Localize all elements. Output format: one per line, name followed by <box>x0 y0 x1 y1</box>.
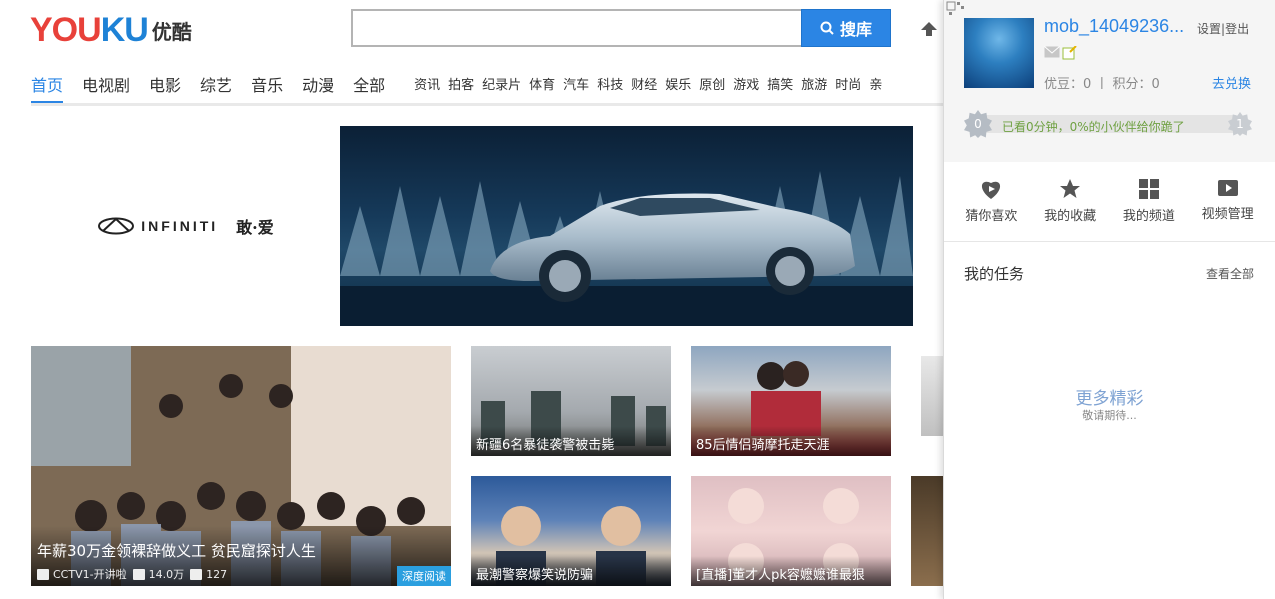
infiniti-logo: INFINITI 敢·爱 <box>97 214 274 238</box>
search-input[interactable] <box>351 9 802 47</box>
user-links: 设置|登出 <box>1197 20 1249 37</box>
banner-brand-cn: 敢·爱 <box>236 218 274 237</box>
points-info: 优豆：0 丨 积分：0 <box>1044 77 1160 92</box>
upload-icon[interactable] <box>919 20 939 38</box>
video-thumb[interactable]: 新疆6名暴徒袭警被击毙 <box>471 346 671 456</box>
avatar[interactable] <box>964 18 1034 88</box>
status-icons <box>1044 46 1078 60</box>
search-button[interactable]: 搜库 <box>801 9 891 47</box>
feature-comments: 127 <box>206 567 228 581</box>
user-panel: mob_14049236... 设置|登出 优豆：0 丨 积分：0 去兑换 0 … <box>943 0 1275 599</box>
video-icon <box>1217 180 1238 196</box>
mail-icon[interactable] <box>1044 46 1060 58</box>
nav-divider <box>31 103 943 106</box>
nav-item-variety[interactable]: 综艺 <box>200 66 232 104</box>
nav-item-music[interactable]: 音乐 <box>251 66 283 104</box>
divider <box>944 241 1275 242</box>
comment-icon <box>190 568 203 580</box>
banner-ad[interactable]: INFINITI 敢·爱 <box>31 126 913 326</box>
infiniti-emblem-icon <box>98 217 135 235</box>
quick-recommend-label: 猜你喜欢 <box>965 209 1018 224</box>
video-thumb[interactable]: 85后情侣骑摩托走天涯 <box>691 346 891 456</box>
feature-video[interactable]: 年薪30万金领裸辞做义工 贫民窟探讨人生 CCTV1-开讲啦 14.0万 127… <box>31 346 451 586</box>
nav-sub-travel[interactable]: 旅游 <box>801 66 827 104</box>
deep-read-tag[interactable]: 深度阅读 <box>397 566 451 586</box>
main-nav: 首页 电视剧 电影 综艺 音乐 动漫 全部 资讯 拍客 纪录片 体育 汽车 科技… <box>31 66 890 104</box>
banner-brand-panel: INFINITI 敢·爱 <box>31 126 340 326</box>
nav-item-anime[interactable]: 动漫 <box>302 66 334 104</box>
logout-link[interactable]: 登出 <box>1225 22 1249 36</box>
banner-car-image <box>340 126 913 326</box>
feature-title[interactable]: 年薪30万金领裸辞做义工 贫民窟探讨人生 <box>37 540 316 561</box>
quick-video-manage[interactable]: 视频管理 <box>1189 178 1267 224</box>
video-thumb-partial[interactable] <box>911 476 944 586</box>
progress-text: 已看0分钟，0%的小伙伴给你跪了 <box>1002 120 1185 134</box>
more-subtitle: 敬请期待... <box>1082 409 1137 422</box>
nav-item-all[interactable]: 全部 <box>353 66 385 104</box>
settings-link[interactable]: 设置 <box>1197 22 1221 36</box>
qr-code-icon[interactable] <box>945 0 971 20</box>
nav-item-home[interactable]: 首页 <box>31 66 64 104</box>
logo-wordmark: YOUKU <box>30 11 149 49</box>
verified-icon[interactable] <box>1062 46 1078 60</box>
heart-play-icon <box>982 181 1001 199</box>
thumb-title[interactable]: 新疆6名暴徒袭警被击毙 <box>476 434 614 453</box>
logo-cn: 优酷 <box>151 19 192 44</box>
nav-sub-news[interactable]: 资讯 <box>414 66 440 104</box>
quick-video-manage-label: 视频管理 <box>1201 207 1254 222</box>
star-icon <box>1060 179 1081 198</box>
quick-channel-label: 我的频道 <box>1122 209 1175 224</box>
search-icon <box>820 21 834 35</box>
quick-links: 猜你喜欢 我的收藏 我的频道 视频管理 <box>944 178 1275 224</box>
watch-progress: 0 已看0分钟，0%的小伙伴给你跪了 1 <box>964 110 1252 138</box>
nav-sub-games[interactable]: 游戏 <box>733 66 759 104</box>
thumb-title[interactable]: 85后情侣骑摩托走天涯 <box>696 434 830 453</box>
thumb-title[interactable]: 最潮警察爆笑说防骗 <box>476 564 593 583</box>
feature-meta: CCTV1-开讲啦 14.0万 127 <box>37 566 233 582</box>
feature-views: 14.0万 <box>148 568 185 581</box>
nav-sub-original[interactable]: 原创 <box>699 66 725 104</box>
banner-brand: INFINITI <box>141 218 219 234</box>
search-button-label: 搜库 <box>839 20 872 39</box>
nav-sub-parenting[interactable]: 亲 <box>869 66 882 104</box>
nav-sub-ent[interactable]: 娱乐 <box>665 66 691 104</box>
more-title: 更多精彩 <box>1075 389 1144 409</box>
play-count-icon <box>132 568 145 580</box>
nav-sub-auto[interactable]: 汽车 <box>563 66 589 104</box>
nav-sub-sports[interactable]: 体育 <box>529 66 555 104</box>
username[interactable]: mob_14049236... <box>1044 16 1184 37</box>
quick-channel[interactable]: 我的频道 <box>1110 178 1188 224</box>
nav-sub-fashion[interactable]: 时尚 <box>835 66 861 104</box>
video-thumb[interactable]: 最潮警察爆笑说防骗 <box>471 476 671 586</box>
nav-item-movie[interactable]: 电影 <box>149 66 181 104</box>
user-panel-header: mob_14049236... 设置|登出 优豆：0 丨 积分：0 去兑换 0 … <box>944 0 1275 162</box>
video-thumb-partial[interactable] <box>921 356 943 436</box>
quick-favorites-label: 我的收藏 <box>1044 209 1097 224</box>
nav-sub-documentary[interactable]: 纪录片 <box>482 66 521 104</box>
car-illustration <box>340 171 913 326</box>
nav-sub-finance[interactable]: 财经 <box>631 66 657 104</box>
redeem-link[interactable]: 去兑换 <box>1212 73 1251 92</box>
view-all-tasks-link[interactable]: 查看全部 <box>1206 265 1254 282</box>
video-thumb[interactable]: [直播]董才人pk容嬷嬷谁最狠 <box>691 476 891 586</box>
grid-icon <box>1138 179 1159 199</box>
nav-sub-funny[interactable]: 搞笑 <box>767 66 793 104</box>
quick-recommend[interactable]: 猜你喜欢 <box>952 178 1030 224</box>
nav-sub-paike[interactable]: 拍客 <box>448 66 474 104</box>
thumb-title[interactable]: [直播]董才人pk容嬷嬷谁最狠 <box>696 564 865 583</box>
quick-favorites[interactable]: 我的收藏 <box>1031 178 1109 224</box>
task-title: 我的任务 <box>964 265 1025 283</box>
nav-item-tv[interactable]: 电视剧 <box>82 66 130 104</box>
user-icon <box>37 568 49 580</box>
youku-logo[interactable]: YOUKU 优酷 <box>30 12 192 48</box>
feature-channel[interactable]: CCTV1-开讲啦 <box>53 566 127 582</box>
nav-sub-tech[interactable]: 科技 <box>597 66 623 104</box>
